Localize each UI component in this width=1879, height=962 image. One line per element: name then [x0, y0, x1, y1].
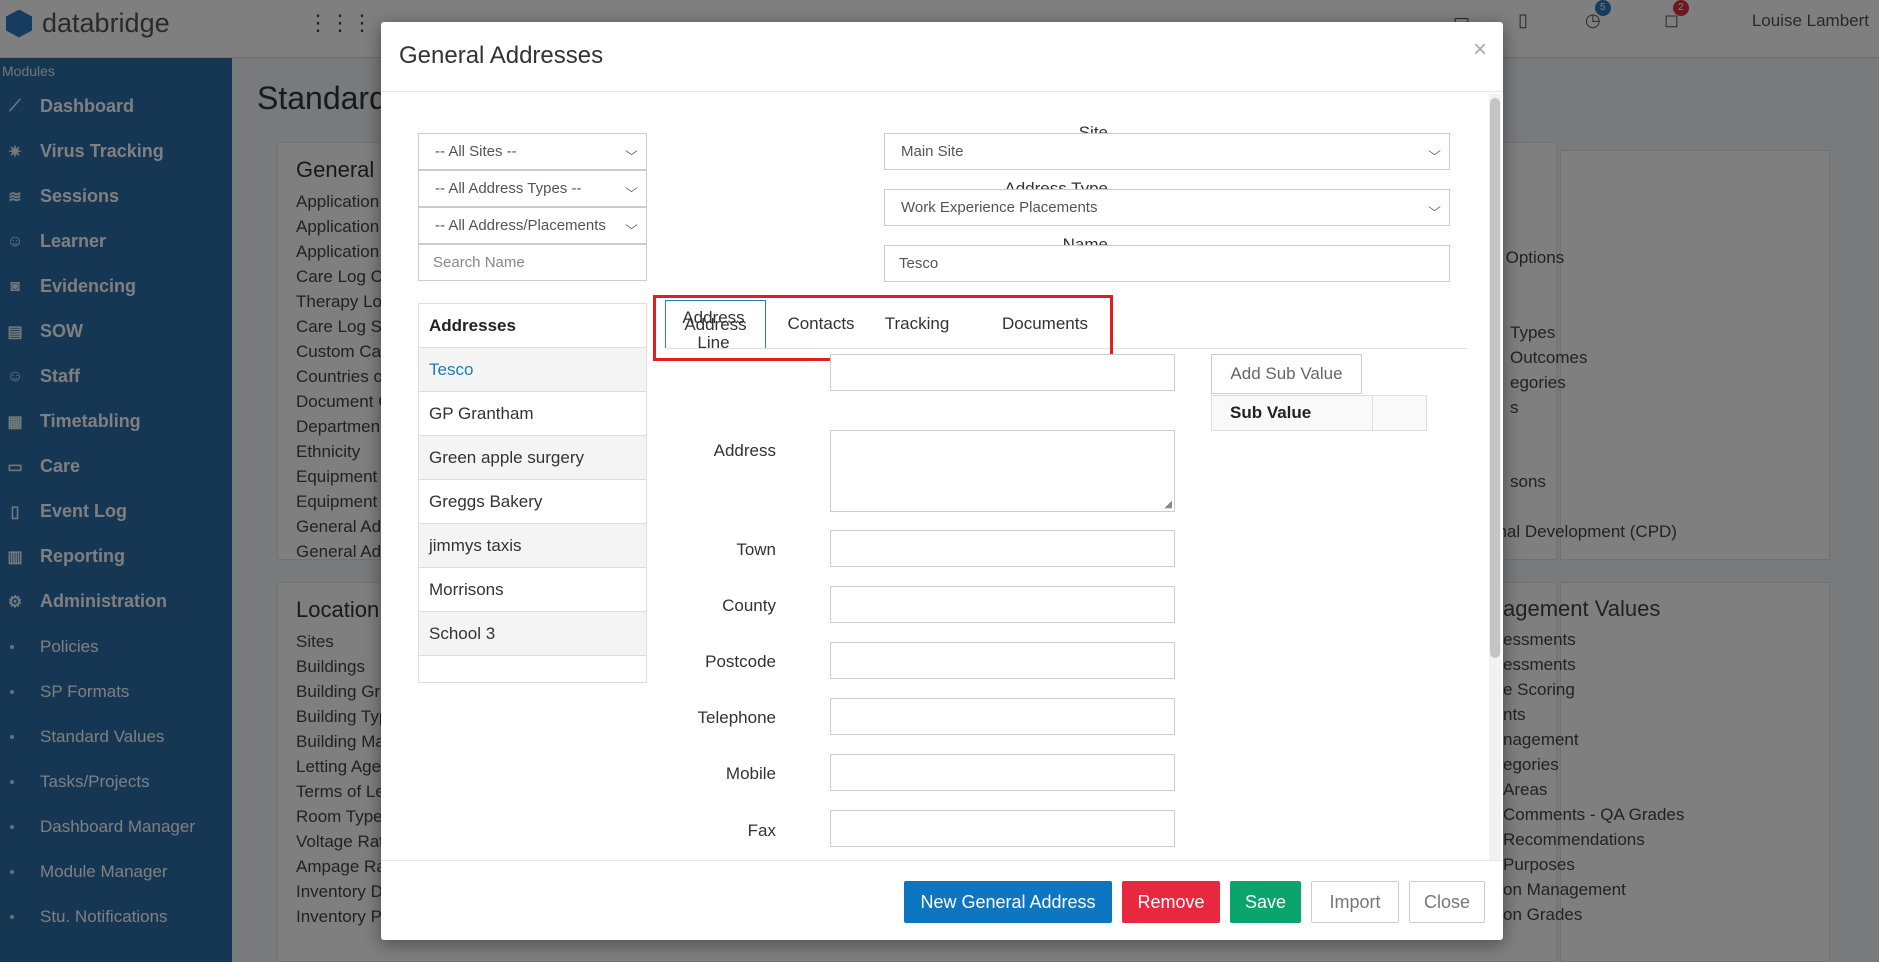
address-line-input[interactable]	[830, 354, 1175, 391]
close-button[interactable]: Close	[1409, 881, 1485, 923]
modal-footer: New General Address Remove Save Import C…	[381, 860, 1503, 940]
modal-body: -- All Sites -- ⌵ -- All Address Types --…	[381, 93, 1489, 859]
town-input[interactable]	[830, 530, 1175, 567]
address-types-filter-select[interactable]: -- All Address Types -- ⌵	[418, 170, 647, 207]
placements-filter-select[interactable]: -- All Address/Placements ⌵	[418, 207, 647, 244]
sites-filter-select[interactable]: -- All Sites -- ⌵	[418, 133, 647, 170]
postcode-input[interactable]	[830, 642, 1175, 679]
address-list-item[interactable]: Morrisons	[419, 568, 646, 612]
add-sub-value-button[interactable]: Add Sub Value	[1211, 354, 1362, 394]
import-button[interactable]: Import	[1311, 881, 1399, 923]
mobile-label: Mobile	[725, 764, 776, 783]
close-icon[interactable]: ×	[1473, 36, 1487, 64]
address-label: Address	[713, 441, 776, 460]
name-input[interactable]: Tesco	[884, 245, 1450, 282]
address-list-item[interactable]: jimmys taxis	[419, 524, 646, 568]
address-list-item[interactable]: GP Grantham	[419, 392, 646, 436]
chevron-down-icon: ⌵	[1428, 144, 1441, 158]
county-input[interactable]	[830, 586, 1175, 623]
scrollbar-thumb[interactable]	[1490, 98, 1500, 658]
modal-header: General Addresses ×	[381, 22, 1503, 92]
name-input-value: Tesco	[899, 255, 939, 272]
fax-input[interactable]	[830, 810, 1175, 847]
chevron-down-icon: ⌵	[625, 218, 638, 232]
new-general-address-button[interactable]: New General Address	[904, 881, 1112, 923]
site-select-value: Main Site	[901, 143, 964, 160]
fax-label: Fax	[747, 821, 776, 840]
sub-value-header: Sub Value	[1212, 396, 1373, 430]
address-list-item[interactable]: Greggs Bakery	[419, 480, 646, 524]
telephone-input[interactable]	[830, 698, 1175, 735]
address-list-item[interactable]: Tesco	[419, 348, 646, 392]
address-list-item[interactable]: Green apple surgery	[419, 436, 646, 480]
county-label: County	[722, 596, 776, 615]
town-label: Town	[736, 540, 776, 559]
modal-title: General Addresses	[399, 42, 604, 69]
placements-filter-value: -- All Address/Placements	[435, 217, 606, 234]
chevron-down-icon: ⌵	[1428, 200, 1441, 214]
postcode-label: Postcode	[705, 652, 776, 671]
modal-scrollbar[interactable]	[1489, 94, 1501, 860]
address-textarea[interactable]: ◢	[830, 430, 1175, 512]
address-type-select[interactable]: Work Experience Placements ⌵	[884, 189, 1450, 226]
address-list-item[interactable]: School 3	[419, 612, 646, 656]
addresses-list-header: Addresses	[419, 304, 646, 348]
remove-button[interactable]: Remove	[1122, 881, 1220, 923]
telephone-label: Telephone	[697, 708, 776, 727]
general-addresses-modal: General Addresses × -- All Sites -- ⌵ -- …	[381, 22, 1503, 940]
resize-grip-icon[interactable]: ◢	[1164, 499, 1172, 510]
sub-value-table: Sub Value	[1211, 395, 1427, 431]
mobile-input[interactable]	[830, 754, 1175, 791]
search-placeholder: Search Name	[433, 254, 525, 271]
address-type-select-value: Work Experience Placements	[901, 199, 1098, 216]
addresses-list: Addresses Tesco GP Grantham Green apple su…	[418, 303, 647, 683]
address-types-filter-value: -- All Address Types --	[435, 180, 582, 197]
save-button[interactable]: Save	[1230, 881, 1301, 923]
chevron-down-icon: ⌵	[625, 181, 638, 195]
chevron-down-icon: ⌵	[625, 144, 638, 158]
sites-filter-value: -- All Sites --	[435, 143, 517, 160]
site-select[interactable]: Main Site ⌵	[884, 133, 1450, 170]
search-name-input[interactable]: Search Name	[418, 244, 647, 281]
address-line-label: Address Line	[682, 308, 745, 352]
